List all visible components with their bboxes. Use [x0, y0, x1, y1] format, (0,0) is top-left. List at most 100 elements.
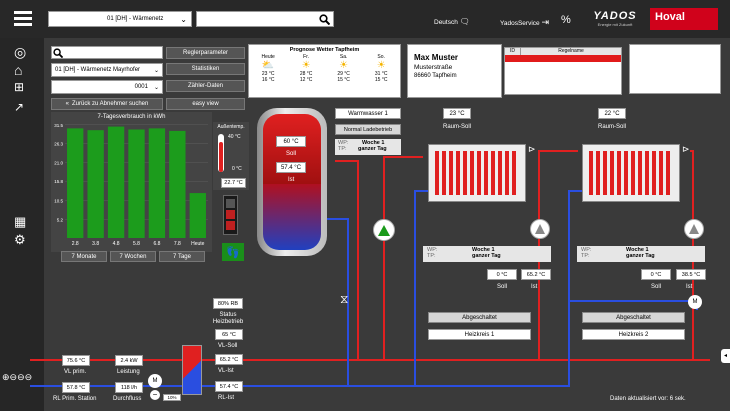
meter-data-button[interactable]: Zähler-Daten	[166, 80, 245, 92]
chart-bar[interactable]	[87, 130, 104, 238]
hk2-tp-label: TP:	[581, 253, 590, 259]
search-icon[interactable]	[319, 13, 330, 25]
calendar-icon[interactable]: ▦	[14, 214, 26, 230]
language-label: Deutsch	[434, 19, 458, 26]
power-label: Leistung	[117, 369, 140, 375]
primary-vl-label: VL prim.	[64, 369, 87, 375]
status-label: Status Heizbetrieb	[212, 312, 244, 325]
minus-icon[interactable]: −	[150, 390, 160, 400]
rl-ist-label: RL-Ist	[218, 395, 235, 401]
chart-bar[interactable]	[107, 126, 125, 238]
hk2-state[interactable]: Abgeschaltet	[582, 312, 685, 323]
zoom-out-icon[interactable]: ⊖	[10, 372, 18, 382]
gauge-icon[interactable]: ◎	[14, 44, 26, 61]
chart-bar[interactable]	[148, 128, 166, 238]
primary-vl-value: 75.6 °C	[62, 355, 90, 366]
weather-min: 15 °C	[337, 77, 350, 83]
statistics-button[interactable]: Statistiken	[166, 63, 245, 75]
chart-title: 7-Tagesverbrauch in kWh	[97, 114, 166, 120]
weather-min: 12 °C	[299, 77, 313, 83]
tank-soll-value: 60 °C	[276, 136, 306, 147]
zoom-in-icon[interactable]: ⊕	[2, 372, 10, 382]
hk2-radiator-icon	[582, 144, 680, 202]
pump-icon[interactable]	[530, 219, 550, 239]
chart-bar[interactable]	[169, 130, 186, 238]
tank-mode[interactable]: Normal Ladebetrieb	[335, 124, 401, 135]
tank-ist-label: Ist	[288, 177, 295, 183]
primary-valve[interactable]: M	[148, 374, 162, 388]
hk2-soll-label: Soll	[651, 284, 662, 290]
back-to-search-button[interactable]: « Zurück zu Abnehmer suchen	[51, 98, 163, 110]
partly-cloudy-icon: ⛅	[261, 60, 275, 71]
outdoor-temp-max: 40 °C	[228, 134, 241, 140]
network-select[interactable]: 01 [DH] - Wärmenetz ⌄	[48, 11, 192, 27]
customer-name: Max Muster	[414, 53, 459, 62]
primary-rl-label: RL Prim. Station	[53, 396, 97, 402]
side-panel-toggle[interactable]: ◂	[721, 349, 730, 363]
power-value: 2.4 kW	[115, 355, 143, 366]
percent-icon[interactable]: %	[561, 14, 571, 26]
easy-view-button[interactable]: easy view	[166, 98, 245, 110]
tab-7-weeks[interactable]: 7 Wochen	[110, 251, 156, 262]
tab-7-days[interactable]: 7 Tage	[159, 251, 205, 262]
update-status: Daten aktualisiert vor: 6 sek.	[610, 396, 686, 402]
flow-value: 118 l/h	[115, 382, 143, 393]
customer-city: 86660 Tapfheim	[414, 73, 457, 79]
pump-icon[interactable]	[684, 219, 704, 239]
weather-day: Fr. ☀ 28 °C 12 °C	[300, 54, 313, 83]
hk1-ist-label: Ist	[531, 284, 538, 290]
y-tick-label: 26.3	[54, 141, 63, 146]
top-bar: 01 [DH] - Wärmenetz ⌄ Deutsch 🗨 YadosSer…	[0, 0, 730, 38]
consumer-number-select[interactable]: 0001 ⌄	[51, 80, 163, 94]
chart-bar[interactable]	[67, 128, 84, 238]
chart-bar[interactable]	[128, 129, 145, 238]
alarm-col-name: Regelname	[558, 48, 584, 54]
hk2-name: Heizkreis 2	[582, 329, 685, 340]
alarm-table: ID Regelname	[504, 47, 622, 95]
valve-percent: 10%	[163, 394, 181, 401]
hk2-room-value: 22 °C	[598, 108, 626, 119]
x-tick-label: Heute	[191, 241, 205, 247]
zoom-reset-icon[interactable]: ⊖	[17, 372, 25, 382]
hk2-room-label: Raum-Soll	[598, 124, 627, 130]
hk1-tp-value: ganzer Tag	[472, 253, 501, 259]
customer-search-input[interactable]	[51, 46, 163, 59]
hk1-schedule: WP: Woche 1 TP: ganzer Tag	[423, 246, 551, 262]
thermostat-valve-icon: ⊳	[528, 144, 536, 154]
search-input[interactable]	[196, 11, 334, 27]
language-select[interactable]: Deutsch 🗨	[434, 17, 470, 26]
search-icon[interactable]	[53, 48, 63, 58]
chevron-down-icon: ⌄	[180, 14, 187, 24]
hk1-state[interactable]: Abgeschaltet	[428, 312, 531, 323]
network-select-label: 01 [DH] - Wärmenetz	[107, 16, 164, 22]
footprint-button[interactable]: 👣	[222, 243, 244, 261]
y-tick-label: 15.8	[54, 179, 63, 184]
tank-schedule: WP: Woche 1 TP: ganzer Tag	[335, 139, 401, 155]
hk1-name: Heizkreis 1	[428, 329, 531, 340]
outdoor-temp-value: 22.7 °C	[221, 178, 246, 188]
service-link[interactable]: YadosService ⇥	[500, 17, 549, 28]
pump-icon[interactable]	[373, 219, 395, 241]
chart-bar[interactable]	[189, 193, 206, 238]
gear-icon[interactable]: ⚙	[14, 232, 26, 248]
alarm-row[interactable]	[505, 55, 621, 62]
network-select-2[interactable]: 01 [DH] - Wärmenetz Mayrhofer ⌄	[51, 63, 163, 77]
sun-icon: ☀	[376, 60, 386, 71]
home-icon[interactable]: ⌂	[14, 62, 22, 78]
regler-button[interactable]: Reglerparameter	[166, 47, 245, 59]
tab-7-months[interactable]: 7 Monate	[61, 251, 107, 262]
service-label: YadosService	[500, 20, 540, 27]
hk2-mixing-valve[interactable]: M	[688, 295, 702, 309]
yados-logo-text: YADOS	[593, 10, 637, 22]
x-tick-label: 7.8	[174, 241, 181, 247]
alarm-detail-panel	[629, 44, 721, 94]
yados-logo: YADOS Energie mit Zukunft	[590, 10, 640, 27]
y-tick-label: 10.5	[54, 198, 63, 203]
y-tick-label: 31.5	[54, 123, 63, 128]
network-icon[interactable]: ⊞	[14, 80, 24, 94]
trend-icon[interactable]: ↗	[14, 100, 24, 114]
zoom-fit-icon[interactable]: ⊖	[25, 372, 33, 382]
menu-icon[interactable]	[14, 11, 32, 26]
hk2-soll-value: 0 °C	[641, 269, 671, 280]
consumption-chart: 31.5 26.3 21.0 15.8 10.5 5.2 2.8 3.8 4.8 5.8 6.8 7.…	[54, 123, 208, 247]
